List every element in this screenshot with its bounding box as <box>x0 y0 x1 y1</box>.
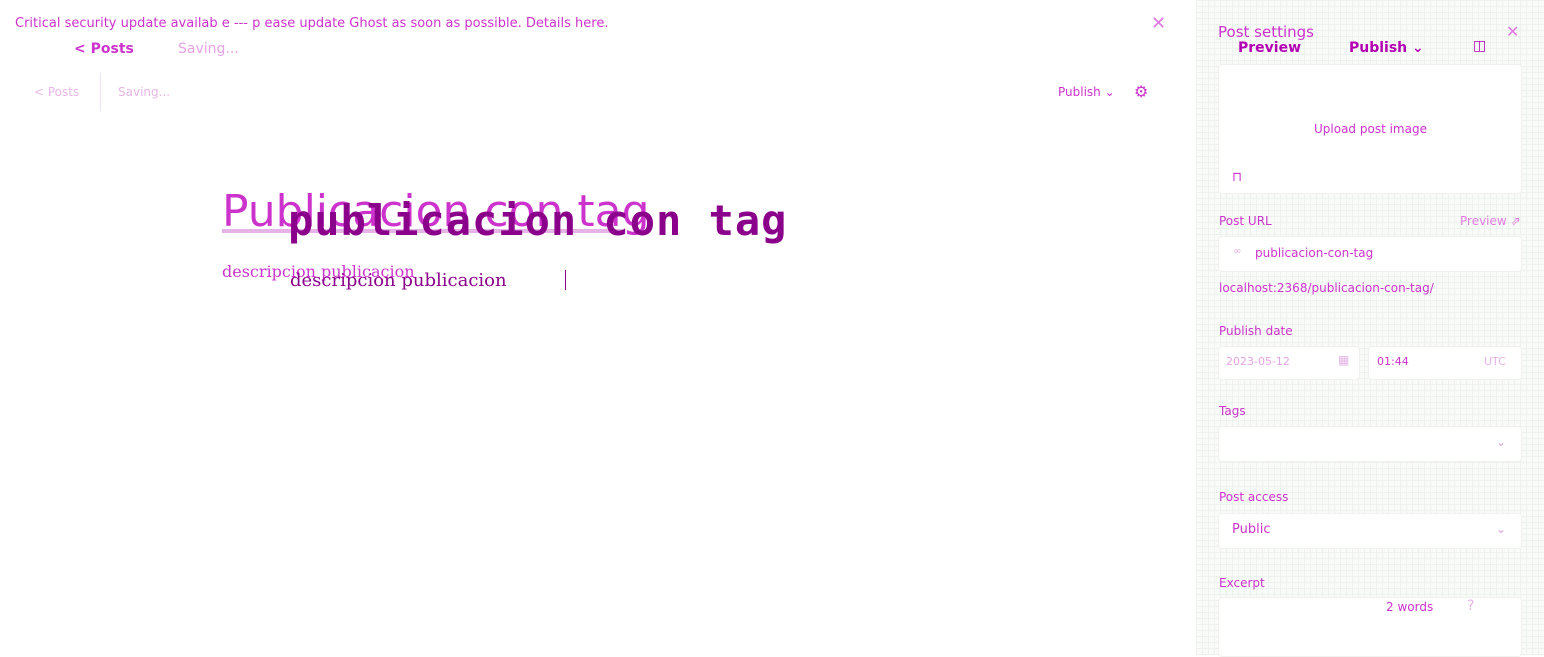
posts-back-link[interactable]: < Posts <box>74 41 134 57</box>
publish-time-value[interactable]: 01:44 <box>1377 355 1409 368</box>
post-url-full: localhost:2368/publicacion-con-tag/ <box>1219 281 1434 295</box>
saving-status: Saving... <box>178 41 239 57</box>
panel-publish-button[interactable]: Publish ⌄ <box>1349 40 1424 56</box>
excerpt-label: Excerpt <box>1219 576 1265 590</box>
link-icon: ∞ <box>1233 246 1242 257</box>
editor-posts-back-link[interactable]: < Posts <box>34 85 79 99</box>
url-preview-link[interactable]: Preview ⇗ <box>1460 214 1521 228</box>
unsplash-icon[interactable]: ⊓ <box>1232 170 1242 185</box>
tags-label: Tags <box>1219 404 1246 418</box>
post-body-text[interactable]: descripcion publicacion <box>290 270 507 291</box>
panel-title: Post settings <box>1218 23 1314 41</box>
calendar-icon[interactable]: ▦ <box>1338 353 1349 367</box>
close-icon[interactable]: ✕ <box>1506 22 1519 41</box>
text-caret <box>565 270 566 290</box>
preview-button[interactable]: Preview <box>1238 40 1301 56</box>
post-title[interactable]: publicacion con tag <box>288 196 787 245</box>
security-notice-text[interactable]: Critical security update availab e --- p… <box>15 16 608 31</box>
post-access-label: Post access <box>1219 490 1289 504</box>
publish-date-label: Publish date <box>1219 324 1293 338</box>
help-icon[interactable]: ? <box>1467 598 1474 614</box>
publish-button[interactable]: Publish ⌄ <box>1058 85 1115 99</box>
excerpt-textarea[interactable] <box>1218 597 1522 657</box>
time-zone-label: UTC <box>1484 355 1506 368</box>
post-access-value[interactable]: Public <box>1232 522 1270 537</box>
close-icon[interactable]: ✕ <box>1151 13 1166 34</box>
chevron-down-icon[interactable]: ⌄ <box>1496 522 1506 536</box>
header-divider <box>100 73 101 111</box>
chevron-down-icon[interactable]: ⌄ <box>1496 435 1506 449</box>
editor-saving-status: Saving... <box>118 85 171 99</box>
upload-post-image-label[interactable]: Upload post image <box>1314 122 1427 136</box>
gear-icon[interactable]: ⚙ <box>1134 82 1148 101</box>
publish-date-value[interactable]: 2023-05-12 <box>1226 355 1290 368</box>
post-url-label: Post URL <box>1219 214 1272 228</box>
excerpt-word-count: 2 words <box>1386 600 1434 614</box>
tags-input[interactable] <box>1218 426 1522 462</box>
post-url-value[interactable]: publicacion-con-tag <box>1255 246 1373 260</box>
sidebar-toggle-icon[interactable]: ◫ <box>1473 38 1486 54</box>
